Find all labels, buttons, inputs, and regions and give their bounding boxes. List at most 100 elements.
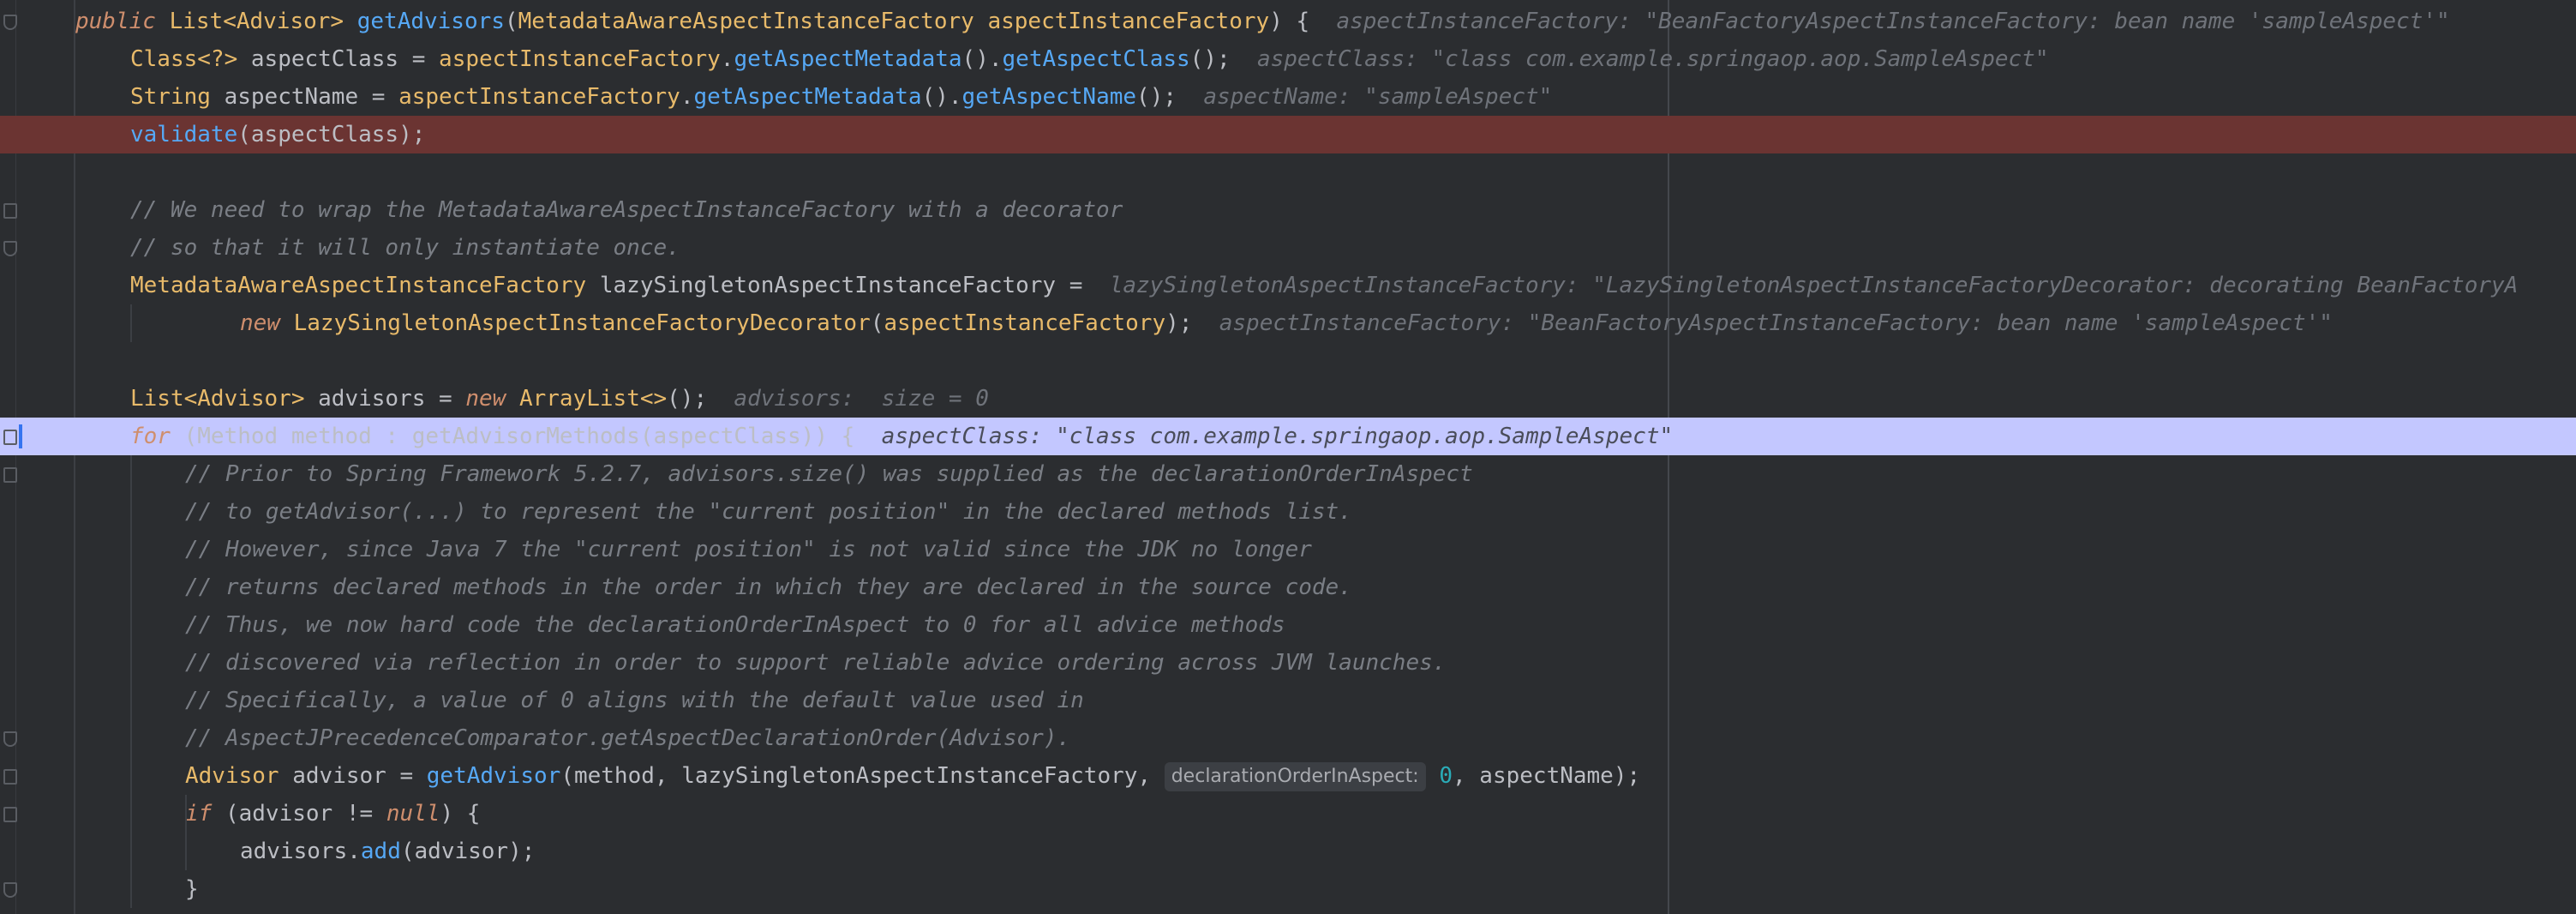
code-line[interactable]: // Prior to Spring Framework 5.2.7, advi… [0,455,2576,493]
code-token: . [680,84,694,110]
code-token: ( [870,310,884,336]
indent-guide [130,455,132,908]
debugger-inline-value: aspectInstanceFactory: "BeanFactoryAspec… [1309,9,2450,34]
fold-marker-icon[interactable] [3,241,17,256]
code-line[interactable]: // returns declared methods in the order… [0,568,2576,606]
code-token: ); [1165,310,1193,336]
code-token: aspectInstanceFactory [398,84,680,110]
line-code: if (advisor != null) { [185,795,480,833]
code-token: aspectInstanceFactory [884,310,1166,336]
code-line[interactable]: // Thus, we now hard code the declaratio… [0,606,2576,644]
code-token: null [386,801,440,827]
code-token: for [130,424,171,449]
code-token: (). [962,46,1003,72]
code-line[interactable]: Class<?> aspectClass = aspectInstanceFac… [0,40,2576,78]
line-code: // Thus, we now hard code the declaratio… [185,606,1285,644]
text-caret [19,424,22,448]
code-token: getAspectMetadata [734,46,962,72]
code-token: Class<?> [130,46,238,72]
debugger-inline-value: aspectClass: "class com.example.springao… [1230,46,2049,72]
code-comment: // However, since Java 7 the "current po… [185,537,1312,562]
line-code: // Prior to Spring Framework 5.2.7, advi… [185,455,1473,493]
code-line[interactable]: public List<Advisor> getAdvisors(Metadat… [0,3,2576,40]
code-comment: // returns declared methods in the order… [185,574,1352,600]
line-code: // to getAdvisor(...) to represent the "… [185,493,1352,531]
code-token: LazySingletonAspectInstanceFactoryDecora… [293,310,871,336]
code-token: getAspectName [962,84,1137,110]
code-token: . [720,46,734,72]
code-line[interactable]: advisors.add(advisor); [0,833,2576,870]
code-comment: // Specifically, a value of 0 aligns wit… [185,688,1084,713]
code-comment: // AspectJPrecedenceComparator.getAspect… [185,725,1071,751]
code-token: String [130,84,211,110]
line-code: // Specifically, a value of 0 aligns wit… [185,682,1084,719]
code-token: lazySingletonAspectInstanceFactory = [586,273,1083,298]
code-token: add [360,839,401,864]
debugger-inline-value: advisors: size = 0 [707,386,989,412]
fold-marker-icon[interactable] [3,430,17,445]
code-editor[interactable]: public List<Advisor> getAdvisors(Metadat… [0,0,2576,914]
code-token: (aspectClass); [237,122,426,147]
code-line[interactable]: String aspectName = aspectInstanceFactor… [0,78,2576,116]
parameter-name-hint: declarationOrderInAspect: [1164,761,1426,791]
code-token: getAdvisors [356,9,505,34]
code-line[interactable]: // However, since Java 7 the "current po… [0,531,2576,568]
code-token: (advisor != [212,801,386,827]
line-code: Advisor advisor = getAdvisor(method, laz… [185,757,1640,795]
current-line[interactable]: for (Method method : getAdvisorMethods(a… [0,418,2576,455]
line-code: // discovered via reflection in order to… [185,644,1446,682]
code-token: aspectInstanceFactory [439,46,721,72]
line-code: // AspectJPrecedenceComparator.getAspect… [185,719,1070,757]
code-line[interactable]: // so that it will only instantiate once… [0,229,2576,267]
code-token: ArrayList<> [518,386,668,412]
code-comment: // discovered via reflection in order to… [185,650,1447,676]
code-line[interactable] [0,342,2576,380]
fold-marker-icon[interactable] [3,731,17,747]
code-token: (); [1136,84,1177,110]
code-line[interactable]: // Specifically, a value of 0 aligns wit… [0,682,2576,719]
code-line[interactable]: Advisor advisor = getAdvisor(method, laz… [0,757,2576,795]
code-token: (method, lazySingletonAspectInstanceFact… [560,763,1165,789]
code-line[interactable]: new LazySingletonAspectInstanceFactoryDe… [0,304,2576,342]
code-token: new [465,386,506,412]
code-line[interactable]: } [0,870,2576,908]
code-token: validate [130,122,238,147]
code-token: new [240,310,280,336]
fold-marker-icon[interactable] [3,769,17,785]
line-code: // returns declared methods in the order… [185,568,1352,606]
execution-point-line[interactable]: validate(aspectClass); [0,116,2576,153]
indent-guide [130,304,132,342]
line-code: public List<Advisor> getAdvisors(Metadat… [75,3,2450,40]
fold-marker-icon[interactable] [3,882,17,898]
code-line[interactable]: if (advisor != null) { [0,795,2576,833]
code-token: (advisor); [400,839,536,864]
code-token: MetadataAwareAspectInstanceFactory [518,9,974,34]
code-token: aspectClass = [237,46,440,72]
debugger-inline-value: aspectInstanceFactory: "BeanFactoryAspec… [1192,310,2333,336]
code-line[interactable]: // to getAdvisor(...) to represent the "… [0,493,2576,531]
line-code: List<Advisor> advisors = new ArrayList<>… [130,380,989,418]
code-comment: // to getAdvisor(...) to represent the "… [185,499,1352,525]
code-token: getAdvisor [426,763,561,789]
fold-marker-icon[interactable] [3,807,17,822]
fold-marker-icon[interactable] [3,467,17,483]
code-line[interactable]: // AspectJPrecedenceComparator.getAspect… [0,719,2576,757]
debugger-inline-value: aspectName: "sampleAspect" [1177,84,1553,110]
fold-marker-icon[interactable] [3,203,17,219]
code-line[interactable]: // We need to wrap the MetadataAwareAspe… [0,191,2576,229]
fold-marker-icon[interactable] [3,15,17,30]
code-line[interactable]: // discovered via reflection in order to… [0,644,2576,682]
line-code: new LazySingletonAspectInstanceFactoryDe… [240,304,2333,342]
code-comment: // so that it will only instantiate once… [130,235,680,261]
code-token: ) { [440,801,481,827]
code-line[interactable]: MetadataAwareAspectInstanceFactory lazyS… [0,267,2576,304]
code-line[interactable]: List<Advisor> advisors = new ArrayList<>… [0,380,2576,418]
code-line[interactable] [0,153,2576,191]
debugger-inline-value: lazySingletonAspectInstanceFactory: "Laz… [1082,273,2519,298]
code-token: ( [504,9,518,34]
code-token: advisor = [279,763,427,789]
